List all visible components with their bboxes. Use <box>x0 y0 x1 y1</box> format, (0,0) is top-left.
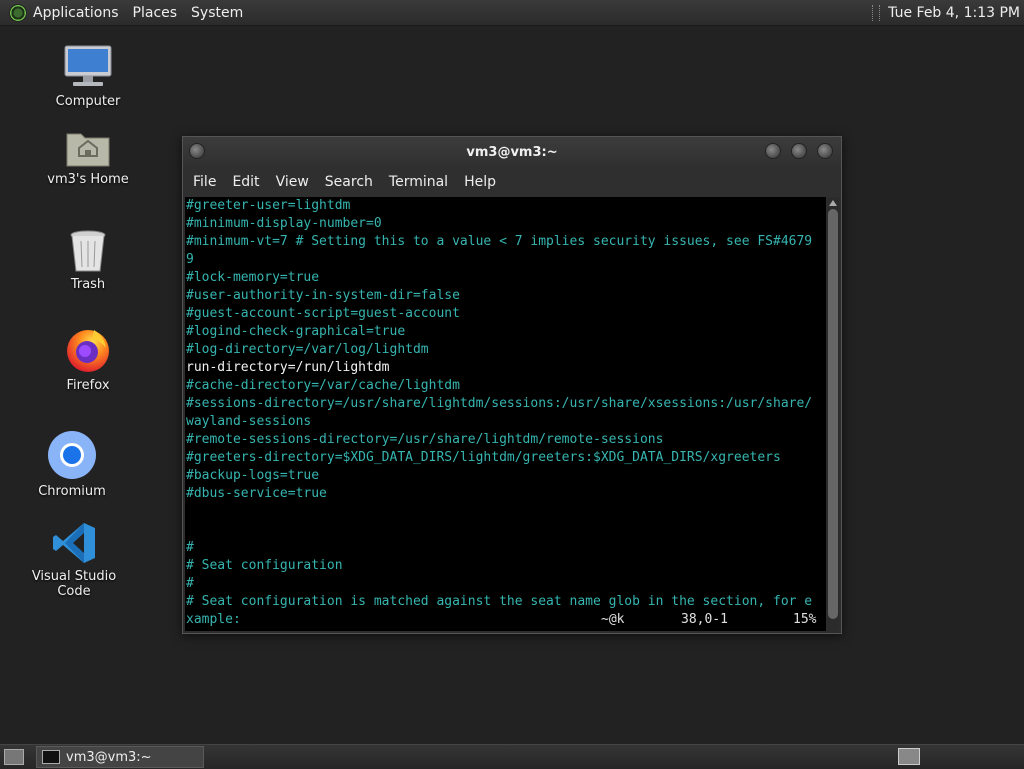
window-menu-icon[interactable] <box>189 143 205 159</box>
workspace-switcher[interactable] <box>898 748 920 765</box>
scrollbar-thumb[interactable] <box>828 209 838 619</box>
terminal-line: 9 <box>186 252 194 267</box>
terminal-line: # <box>186 576 194 591</box>
menu-edit[interactable]: Edit <box>232 174 259 190</box>
menu-applications[interactable]: Applications <box>33 5 119 21</box>
terminal-line: #greeters-directory=$XDG_DATA_DIRS/light… <box>186 450 781 465</box>
chromium-icon <box>47 430 97 480</box>
status-keys: ~@k <box>601 612 625 627</box>
menu-file[interactable]: File <box>193 174 216 190</box>
terminal-scrollbar[interactable] <box>827 197 839 631</box>
terminal-line: #cache-directory=/var/cache/lightdm <box>186 378 460 393</box>
clock[interactable]: Tue Feb 4, 1:13 PM <box>888 5 1020 21</box>
close-icon[interactable] <box>817 143 833 159</box>
terminal-line: # Seat configuration <box>186 558 343 573</box>
terminal-line: # Seat configuration is matched against … <box>186 594 813 609</box>
status-percent: 15% <box>793 612 817 627</box>
show-desktop-icon[interactable] <box>4 749 24 765</box>
terminal-line: #user-authority-in-system-dir=false <box>186 288 460 303</box>
desktop-icon-label: Firefox <box>66 378 110 393</box>
desktop-icon-home[interactable]: vm3's Home <box>28 128 148 187</box>
desktop-icon-label: vm3's Home <box>47 172 129 187</box>
taskbar-label: vm3@vm3:~ <box>66 749 152 765</box>
computer-icon <box>63 44 113 90</box>
desktop-icon-firefox[interactable]: Firefox <box>28 326 148 393</box>
terminal-line: #sessions-directory=/usr/share/lightdm/s… <box>186 396 813 411</box>
terminal-line: # <box>186 540 194 555</box>
terminal-line: #logind-check-graphical=true <box>186 324 406 339</box>
terminal-menubar: File Edit View Search Terminal Help <box>183 167 841 197</box>
desktop-icon-label: Chromium <box>38 484 106 499</box>
menu-terminal[interactable]: Terminal <box>389 174 448 190</box>
terminal-titlebar[interactable]: vm3@vm3:~ <box>183 137 841 167</box>
terminal-line: #dbus-service=true <box>186 486 327 501</box>
menu-system[interactable]: System <box>191 5 243 21</box>
maximize-icon[interactable] <box>791 143 807 159</box>
panel-separator <box>872 4 881 21</box>
menu-view[interactable]: View <box>276 174 309 190</box>
desktop-icon-chromium[interactable]: Chromium <box>12 430 132 499</box>
vim-status-line: ~@k 38,0-1 15% <box>185 611 826 629</box>
desktop-icon-computer[interactable]: Computer <box>28 44 148 109</box>
window-title: vm3@vm3:~ <box>466 144 558 160</box>
minimize-icon[interactable] <box>765 143 781 159</box>
terminal-line: #lock-memory=true <box>186 270 320 285</box>
firefox-icon <box>64 326 112 374</box>
terminal-window[interactable]: vm3@vm3:~ File Edit View Search Terminal… <box>182 136 842 634</box>
desktop-icon-label: Visual Studio Code <box>31 569 117 599</box>
home-folder-icon <box>65 128 111 168</box>
applications-logo-icon[interactable] <box>9 3 27 22</box>
terminal-task-icon <box>42 750 60 764</box>
menu-search[interactable]: Search <box>325 174 373 190</box>
terminal-line: #guest-account-script=guest-account <box>186 306 460 321</box>
terminal-line: #log-directory=/var/log/lightdm <box>186 342 429 357</box>
trash-icon <box>69 229 107 273</box>
top-panel: Applications Places System Tue Feb 4, 1:… <box>0 0 1024 26</box>
clock-area: Tue Feb 4, 1:13 PM <box>872 0 1020 25</box>
terminal-line: #minimum-display-number=0 <box>186 216 382 231</box>
terminal-line: #backup-logs=true <box>186 468 320 483</box>
terminal-lines: #greeter-user=lightdm #minimum-display-nu… <box>185 197 826 629</box>
terminal-line: #greeter-user=lightdm <box>186 198 351 213</box>
terminal-line: run-directory=/run/lightdm <box>186 360 390 375</box>
menu-help[interactable]: Help <box>464 174 496 190</box>
menu-places[interactable]: Places <box>133 5 178 21</box>
desktop-icon-label: Trash <box>70 277 106 292</box>
desktop-icon-label: Computer <box>55 94 121 109</box>
terminal-line: #minimum-vt=7 # Setting this to a value … <box>186 234 813 249</box>
terminal-line: wayland-sessions <box>186 414 312 429</box>
desktop-icon-vscode[interactable]: Visual Studio Code <box>14 521 134 599</box>
vscode-icon <box>51 521 97 565</box>
terminal-line: #remote-sessions-directory=/usr/share/li… <box>186 432 664 447</box>
desktop-icon-trash[interactable]: Trash <box>28 229 148 292</box>
status-cursor-position: 38,0-1 <box>681 612 728 627</box>
bottom-panel: vm3@vm3:~ <box>0 744 1024 769</box>
scroll-up-icon[interactable] <box>829 199 837 207</box>
terminal-content[interactable]: #greeter-user=lightdm #minimum-display-nu… <box>185 197 826 631</box>
taskbar-button-terminal[interactable]: vm3@vm3:~ <box>36 746 204 768</box>
